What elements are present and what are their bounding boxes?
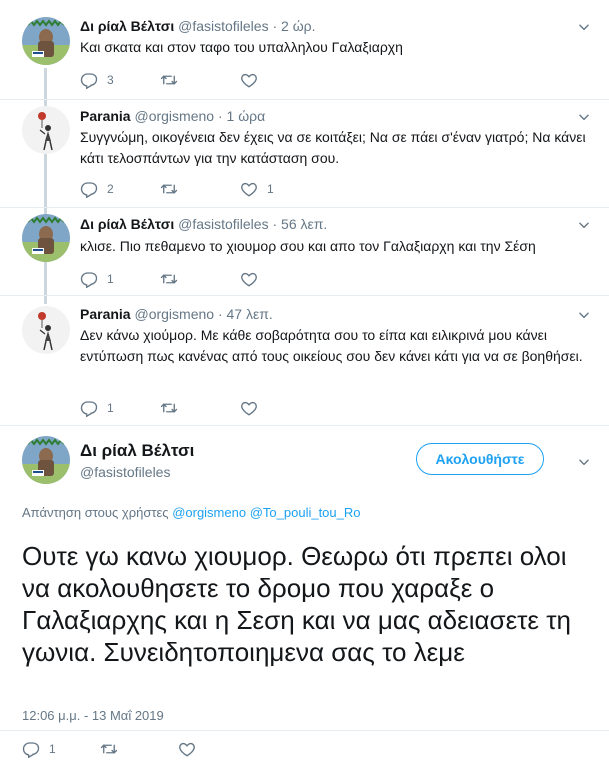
like-button[interactable] [178, 740, 256, 758]
retweet-icon [160, 399, 178, 417]
separator: · [217, 306, 223, 322]
reply-button[interactable]: 3 [80, 71, 160, 89]
reply-button[interactable]: 1 [80, 270, 160, 288]
reply-icon [80, 270, 98, 288]
retweet-button[interactable] [160, 270, 240, 288]
reply-count: 2 [107, 182, 114, 196]
like-icon [240, 71, 258, 89]
reply-count: 1 [107, 401, 114, 415]
tweet-actions: 3 [80, 70, 320, 90]
reply-icon [22, 740, 40, 758]
retweet-icon [160, 270, 178, 288]
tweet[interactable]: Parania @orgismeno · 1 ώρα Συγγνώμη, οικ… [0, 100, 609, 208]
chevron-down-icon[interactable] [577, 218, 591, 232]
avatar[interactable] [22, 106, 70, 154]
tweet[interactable]: Δι ρίαλ Βέλτσι @fasistofileles · 2 ώρ. Κ… [0, 0, 609, 100]
like-button[interactable] [240, 270, 320, 288]
like-count: 1 [267, 182, 274, 196]
like-icon [240, 270, 258, 288]
retweet-button[interactable] [160, 399, 240, 417]
display-name[interactable]: Δι ρίαλ Βέλτσι [80, 18, 174, 34]
retweet-icon [100, 740, 118, 758]
separator: · [272, 18, 278, 34]
avatar-figure-icon [22, 306, 70, 354]
retweet-button[interactable] [160, 180, 240, 198]
avatar-statue-icon [22, 214, 70, 262]
timestamp[interactable]: 47 λεπ. [227, 306, 273, 322]
main-tweet-text: Ουτε γω κανω χιουμορ. Θεωρω ότι πρεπει ο… [22, 541, 571, 667]
reply-icon [80, 71, 98, 89]
main-timestamp[interactable]: 12:06 μ.μ. - 13 Μαΐ 2019 [22, 708, 164, 723]
handle[interactable]: @orgismeno [134, 108, 214, 124]
display-name[interactable]: Δι ρίαλ Βέλτσι [80, 216, 174, 232]
retweet-icon [160, 180, 178, 198]
like-button[interactable] [240, 399, 320, 417]
reply-prefix: Απάντηση στους χρήστες [22, 505, 169, 520]
chevron-down-icon[interactable] [577, 455, 591, 469]
reply-mention[interactable]: @orgismeno [172, 505, 246, 520]
display-name[interactable]: Parania [80, 108, 131, 124]
avatar-statue-icon [22, 436, 70, 484]
reply-button[interactable]: 1 [22, 740, 100, 758]
avatar[interactable] [22, 17, 70, 65]
timestamp[interactable]: 56 λεπ. [281, 216, 327, 232]
tweet-header: Δι ρίαλ Βέλτσι @fasistofileles · 2 ώρ. [80, 18, 316, 34]
like-button[interactable]: 1 [240, 180, 320, 198]
tweet-actions: 1 [80, 398, 320, 418]
retweet-button[interactable] [100, 740, 178, 758]
avatar-figure-icon [22, 106, 70, 154]
tweet-header: Parania @orgismeno · 1 ώρα [80, 108, 265, 124]
tweet-text: Συγγνώμη, οικογένεια δεν έχεις να σε κοι… [80, 129, 586, 166]
reply-icon [80, 180, 98, 198]
tweet-text: Δεν κάνω χιούμορ. Με κάθε σοβαρότητα σου… [80, 327, 583, 364]
timestamp[interactable]: 1 ώρα [227, 108, 266, 124]
separator: · [217, 108, 223, 124]
retweet-icon [160, 71, 178, 89]
chevron-down-icon[interactable] [577, 110, 591, 124]
like-icon [240, 180, 258, 198]
main-tweet-actions: 1 [22, 739, 256, 759]
handle[interactable]: @fasistofileles [80, 464, 170, 480]
reply-count: 3 [107, 73, 114, 87]
avatar[interactable] [22, 436, 70, 484]
tweet-header: Δι ρίαλ Βέλτσι @fasistofileles · 56 λεπ. [80, 216, 327, 232]
like-icon [240, 399, 258, 417]
tweet[interactable]: Δι ρίαλ Βέλτσι @fasistofileles · 56 λεπ.… [0, 208, 609, 296]
avatar[interactable] [22, 214, 70, 262]
chevron-down-icon[interactable] [577, 308, 591, 322]
reply-mention[interactable]: @To_pouli_tou_Ro [250, 505, 361, 520]
reply-count: 1 [49, 742, 56, 756]
tweet-text: κλισε. Πιο πεθαμενο το χιουμορ σου και α… [80, 238, 536, 254]
display-name[interactable]: Parania [80, 306, 131, 322]
tweet-header: Parania @orgismeno · 47 λεπ. [80, 306, 273, 322]
handle[interactable]: @fasistofileles [178, 216, 268, 232]
display-name[interactable]: Δι ρίαλ Βέλτσι [80, 441, 194, 461]
reply-icon [80, 399, 98, 417]
tweet-text: Και σκατα και στον ταφο του υπαλληλου Γα… [80, 39, 403, 55]
avatar[interactable] [22, 306, 70, 354]
handle[interactable]: @fasistofileles [178, 18, 268, 34]
follow-button[interactable]: Ακολουθήστε [416, 443, 544, 475]
avatar-statue-icon [22, 17, 70, 65]
like-icon [178, 740, 196, 758]
tweet-actions: 2 1 [80, 179, 320, 199]
reply-context: Απάντηση στους χρήστες @orgismeno @To_po… [22, 505, 361, 520]
reply-button[interactable]: 2 [80, 180, 160, 198]
tweet-actions: 1 [80, 269, 320, 289]
retweet-button[interactable] [160, 71, 240, 89]
chevron-down-icon[interactable] [577, 20, 591, 34]
divider [0, 730, 609, 731]
reply-count: 1 [107, 272, 114, 286]
reply-button[interactable]: 1 [80, 399, 160, 417]
tweet[interactable]: Parania @orgismeno · 47 λεπ. Δεν κάνω χι… [0, 296, 609, 426]
like-button[interactable] [240, 71, 320, 89]
timestamp[interactable]: 2 ώρ. [281, 18, 315, 34]
handle[interactable]: @orgismeno [134, 306, 214, 322]
separator: · [272, 216, 278, 232]
